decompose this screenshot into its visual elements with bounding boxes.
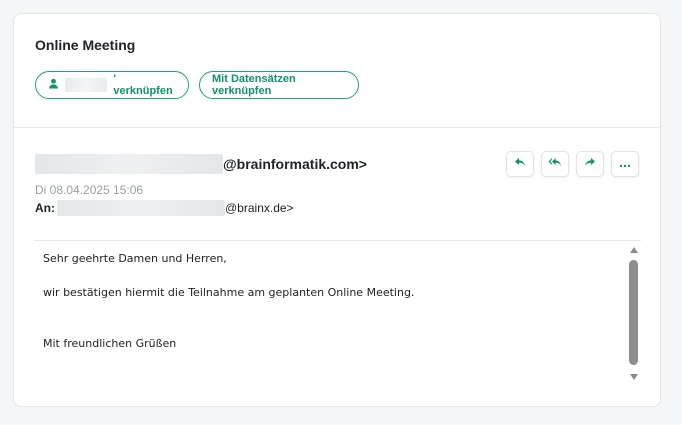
more-icon xyxy=(619,155,631,173)
reply-all-button[interactable] xyxy=(541,151,569,177)
link-contact-button[interactable]: ' verknüpfen xyxy=(35,71,189,99)
recipient: An: @brainx.de> xyxy=(35,200,294,216)
closing-text: Mit freundlichen Grüßen xyxy=(43,337,177,350)
scrollbar-thumb[interactable] xyxy=(629,260,638,365)
recipient-domain: @brainx.de> xyxy=(225,201,294,215)
redacted-name xyxy=(65,78,108,92)
sender-domain: @brainformatik.com> xyxy=(223,156,367,172)
scrollbar[interactable] xyxy=(627,241,641,386)
link-records-button[interactable]: Mit Datensätzen verknüpfen xyxy=(199,71,359,99)
link-records-label: Mit Datensätzen verknüpfen xyxy=(212,73,296,97)
email-card: Online Meeting ' verknüpfen Mit Datensät… xyxy=(13,13,661,407)
email-date: Di 08.04.2025 15:06 xyxy=(35,183,144,197)
to-label: An: xyxy=(35,201,55,215)
redacted-recipient xyxy=(57,200,225,216)
reply-icon xyxy=(514,155,526,173)
divider xyxy=(14,127,660,128)
greeting-text: Sehr geehrte Damen und Herren, xyxy=(43,252,227,265)
email-body[interactable]: Sehr geehrte Damen und Herren, wir bestä… xyxy=(34,240,641,385)
more-button[interactable] xyxy=(611,151,639,177)
body-text: wir bestätigen hiermit die Teilnahme am … xyxy=(43,286,415,299)
redacted-sender-name xyxy=(35,154,223,174)
reply-button[interactable] xyxy=(506,151,534,177)
user-icon xyxy=(48,78,59,92)
card-title: Online Meeting xyxy=(35,37,136,53)
reply-all-icon xyxy=(548,155,562,173)
link-contact-label: ' verknüpfen xyxy=(113,73,173,97)
sender: @brainformatik.com> xyxy=(35,154,367,174)
scroll-up-arrow-icon[interactable] xyxy=(630,247,638,253)
forward-icon xyxy=(584,155,596,173)
scroll-down-arrow-icon[interactable] xyxy=(630,374,638,380)
forward-button[interactable] xyxy=(576,151,604,177)
email-actions xyxy=(506,151,639,177)
